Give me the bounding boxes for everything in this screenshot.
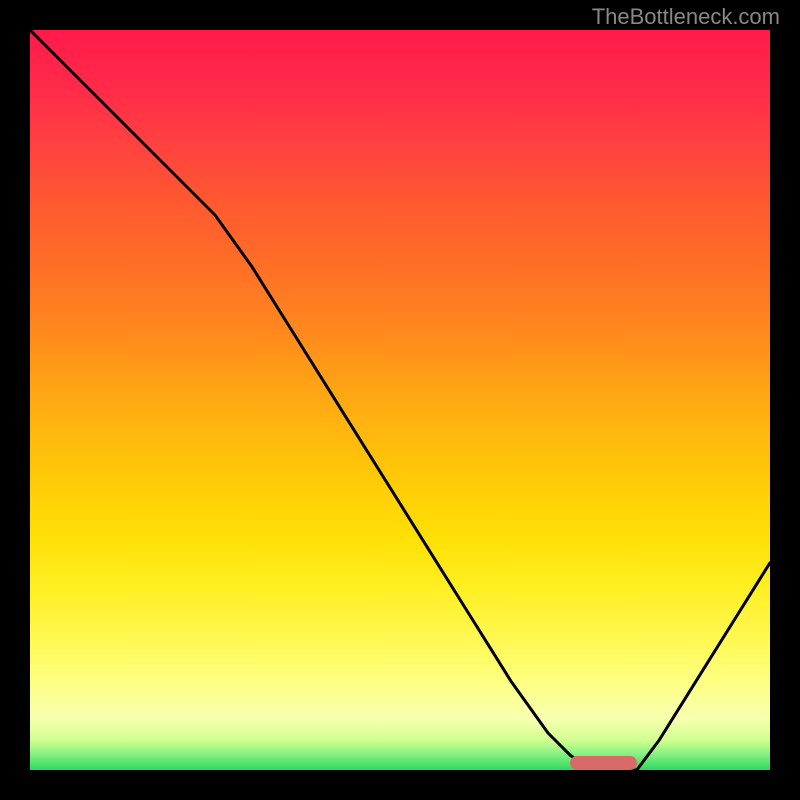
chart-curve-svg — [30, 30, 770, 770]
watermark-text: TheBottleneck.com — [592, 4, 780, 30]
optimal-range-marker — [570, 756, 637, 770]
bottleneck-curve-path — [30, 30, 770, 770]
chart-plot-area — [30, 30, 770, 770]
